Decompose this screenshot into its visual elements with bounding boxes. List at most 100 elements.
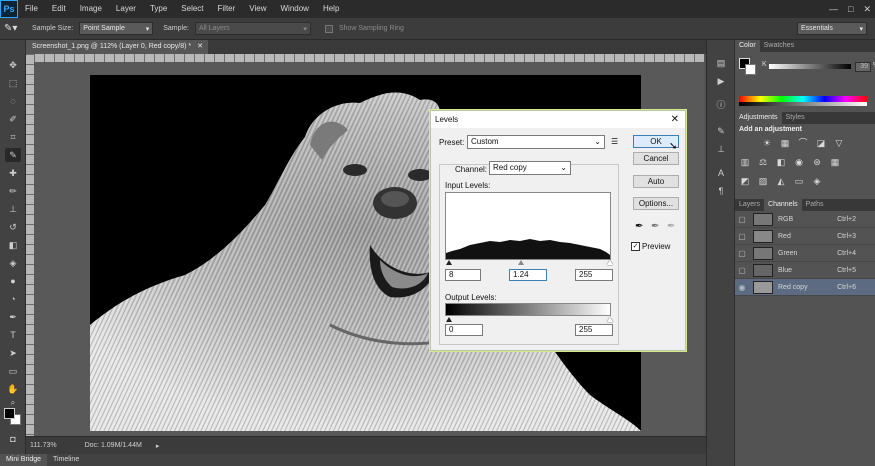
menu-image[interactable]: Image	[73, 0, 109, 18]
tab-timeline[interactable]: Timeline	[47, 454, 85, 466]
channel-row-blue[interactable]: ▢ Blue Ctrl+5	[735, 262, 875, 279]
close-icon[interactable]: ✕	[863, 4, 871, 15]
clone-source-panel-icon[interactable]: ⊥	[714, 144, 728, 156]
channel-row-green[interactable]: ▢ Green Ctrl+4	[735, 245, 875, 262]
eyedropper-tool-icon[interactable]: ✎▾	[4, 23, 26, 34]
preset-dropdown[interactable]: Custom ⌄	[467, 135, 605, 149]
menu-window[interactable]: Window	[274, 0, 316, 18]
rectangle-tool-icon[interactable]: ▭	[5, 364, 21, 378]
menu-help[interactable]: Help	[316, 0, 346, 18]
cancel-button[interactable]: Cancel	[633, 152, 679, 165]
photo-filter-icon[interactable]: ◉	[793, 157, 805, 167]
auto-button[interactable]: Auto	[633, 175, 679, 188]
menu-edit[interactable]: Edit	[45, 0, 73, 18]
hue-saturation-icon[interactable]: ▥	[739, 157, 751, 167]
menu-filter[interactable]: Filter	[211, 0, 243, 18]
color-spectrum[interactable]	[739, 96, 867, 106]
brush-tool-icon[interactable]: ✏	[5, 184, 21, 198]
pen-tool-icon[interactable]: ✒	[5, 310, 21, 324]
document-tab[interactable]: Screenshot_1.png @ 112% (Layer 0, Red co…	[26, 40, 208, 54]
tab-channels[interactable]: Channels	[764, 199, 802, 211]
menu-layer[interactable]: Layer	[109, 0, 143, 18]
channel-mixer-icon[interactable]: ⊛	[811, 157, 823, 167]
path-select-tool-icon[interactable]: ➤	[5, 346, 21, 360]
menu-type[interactable]: Type	[143, 0, 174, 18]
channel-row-rgb[interactable]: ▢ RGB Ctrl+2	[735, 211, 875, 228]
menu-view[interactable]: View	[242, 0, 273, 18]
sampling-ring-checkbox[interactable]	[324, 24, 333, 33]
input-gamma-field[interactable]: 1.24	[509, 269, 547, 281]
preview-checkbox[interactable]: ✓	[631, 242, 640, 251]
tab-swatches[interactable]: Swatches	[760, 40, 798, 52]
quick-select-tool-icon[interactable]: ✐	[5, 112, 21, 126]
color-lookup-icon[interactable]: ▦	[829, 157, 841, 167]
white-eyedropper-icon[interactable]: ✒	[667, 221, 675, 232]
eyedropper-tool-icon[interactable]: ✎	[5, 148, 21, 162]
tab-color[interactable]: Color	[735, 40, 760, 52]
output-white-field[interactable]: 255	[575, 324, 613, 336]
foreground-color-swatch[interactable]	[4, 408, 15, 419]
type-tool-icon[interactable]: T	[5, 328, 21, 342]
levels-icon[interactable]: ▦	[779, 138, 791, 148]
output-white-slider[interactable]	[607, 317, 613, 322]
paragraph-panel-icon[interactable]: ¶	[714, 186, 728, 198]
crop-tool-icon[interactable]: ⌗	[5, 130, 21, 144]
gray-eyedropper-icon[interactable]: ✒	[651, 221, 659, 232]
sample-select[interactable]: All Layers ▾	[194, 22, 311, 35]
menu-file[interactable]: File	[18, 0, 45, 18]
tab-layers[interactable]: Layers	[735, 199, 764, 211]
gradient-map-icon[interactable]: ▭	[793, 176, 805, 186]
dodge-tool-icon[interactable]: ◔	[5, 292, 21, 306]
sample-size-select[interactable]: Point Sample ▾	[79, 22, 154, 35]
input-black-field[interactable]: 8	[445, 269, 481, 281]
black-white-icon[interactable]: ◧	[775, 157, 787, 167]
output-black-slider[interactable]	[446, 317, 452, 322]
tab-mini-bridge[interactable]: Mini Bridge	[0, 454, 48, 466]
selective-color-icon[interactable]: ◈	[811, 176, 823, 186]
blur-tool-icon[interactable]: ●	[5, 274, 21, 288]
clone-stamp-tool-icon[interactable]: ⊥	[5, 202, 21, 216]
hand-tool-icon[interactable]: ✋	[5, 382, 21, 396]
channel-row-red-copy[interactable]: ◉ Red copy Ctrl+6	[735, 279, 875, 296]
visibility-toggle[interactable]: ▢	[737, 215, 747, 224]
input-black-slider[interactable]	[446, 260, 452, 265]
channel-dropdown[interactable]: Red copy ⌄	[489, 161, 571, 175]
input-white-field[interactable]: 255	[575, 269, 613, 281]
invert-icon[interactable]: ◩	[739, 176, 751, 186]
zoom-readout[interactable]: 111.73%	[30, 442, 57, 449]
curves-icon[interactable]: ⌒	[797, 138, 809, 148]
paint-bucket-tool-icon[interactable]: ◈	[5, 256, 21, 270]
menu-select[interactable]: Select	[174, 0, 210, 18]
chevron-right-icon[interactable]: ▸	[156, 442, 160, 450]
posterize-icon[interactable]: ▨	[757, 176, 769, 186]
quick-mask-icon[interactable]: ◘	[5, 432, 21, 446]
brush-panel-icon[interactable]: ✎	[714, 126, 728, 138]
visibility-toggle[interactable]: ▢	[737, 266, 747, 275]
visibility-toggle[interactable]: ▢	[737, 232, 747, 241]
threshold-icon[interactable]: ◭	[775, 176, 787, 186]
channel-row-red[interactable]: ▢ Red Ctrl+3	[735, 228, 875, 245]
preset-options-icon[interactable]: ☰	[611, 137, 618, 146]
black-eyedropper-icon[interactable]: ✒	[635, 221, 643, 232]
options-button[interactable]: Options...	[633, 197, 679, 210]
actions-panel-icon[interactable]: ▶	[714, 76, 728, 88]
k-value-input[interactable]: 39	[855, 62, 871, 72]
color-balance-icon[interactable]: ⚖	[757, 157, 769, 167]
background-color-swatch[interactable]	[745, 64, 756, 75]
tab-styles[interactable]: Styles	[782, 112, 809, 124]
close-icon[interactable]: ✕	[671, 111, 679, 128]
visibility-toggle[interactable]: ▢	[737, 249, 747, 258]
input-white-slider[interactable]	[607, 260, 613, 265]
minimize-icon[interactable]: —	[829, 4, 838, 14]
k-slider[interactable]	[769, 64, 851, 69]
eye-icon[interactable]: ◉	[737, 283, 747, 292]
info-panel-icon[interactable]: ⓘ	[714, 98, 728, 110]
workspace-select[interactable]: Essentials ▾	[797, 22, 867, 35]
healing-brush-tool-icon[interactable]: ✚	[5, 166, 21, 180]
marquee-tool-icon[interactable]: ⬚	[5, 76, 21, 90]
character-panel-icon[interactable]: A	[714, 168, 728, 180]
tab-paths[interactable]: Paths	[802, 199, 828, 211]
input-gamma-slider[interactable]	[518, 260, 524, 265]
move-tool-icon[interactable]: ✥	[5, 58, 21, 72]
history-panel-icon[interactable]: ▤	[714, 58, 728, 70]
